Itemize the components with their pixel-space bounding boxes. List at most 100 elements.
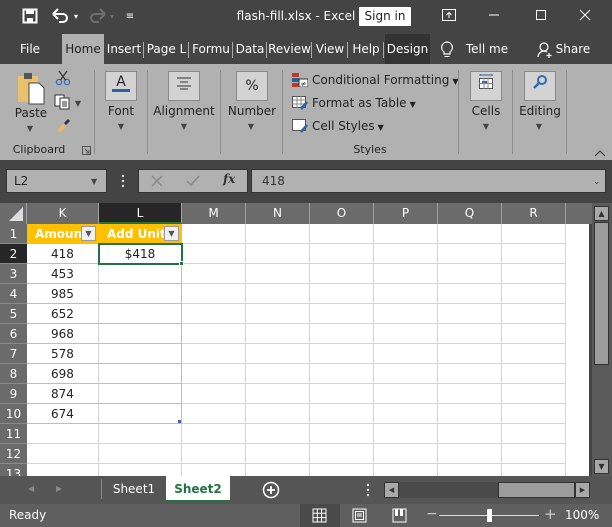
vertical-scrollbar[interactable]: ▲ ▼ [592, 203, 612, 476]
format-painter-icon[interactable] [55, 118, 71, 134]
cell-m10[interactable] [182, 404, 246, 424]
minimize-icon[interactable] [479, 6, 509, 28]
share-button[interactable]: Share [554, 34, 592, 64]
ribbon-display-icon[interactable] [434, 6, 464, 28]
cell-p7[interactable] [374, 344, 438, 364]
cell-m12[interactable] [182, 444, 246, 464]
cell-o5[interactable] [310, 304, 374, 324]
cell-q3[interactable] [438, 264, 502, 284]
cell-p10[interactable] [374, 404, 438, 424]
cells-dropdown-icon[interactable]: ▼ [480, 122, 492, 131]
column-header-k[interactable]: K [27, 203, 99, 224]
cell-n7[interactable] [246, 344, 310, 364]
customize-qat-icon[interactable]: ≡ [124, 8, 136, 26]
cell-q6[interactable] [438, 324, 502, 344]
cell-o2[interactable] [310, 244, 374, 264]
tab-review[interactable]: Review [267, 34, 312, 64]
tab-home[interactable]: Home [62, 34, 104, 64]
cell-m5[interactable] [182, 304, 246, 324]
row-header-10[interactable]: 10 [0, 404, 27, 424]
cell-n12[interactable] [246, 444, 310, 464]
cell-k2[interactable]: 418 [27, 244, 99, 264]
filter-dropdown-icon[interactable]: ▼ [164, 226, 179, 241]
cell-r10[interactable] [502, 404, 566, 424]
alignment-button[interactable]: Alignment [150, 104, 218, 118]
cell-o10[interactable] [310, 404, 374, 424]
cell-n3[interactable] [246, 264, 310, 284]
row-header-7[interactable]: 7 [0, 344, 27, 364]
cell-l10[interactable] [99, 404, 182, 424]
sheet-tab-sheet2[interactable]: Sheet2 [166, 476, 230, 502]
cell-o12[interactable] [310, 444, 374, 464]
cells-icon[interactable] [470, 71, 502, 101]
next-sheet-icon[interactable]: ▶ [56, 484, 62, 493]
cell-q7[interactable] [438, 344, 502, 364]
cell-k1[interactable]: Amoun ▼ [27, 224, 99, 244]
undo-icon[interactable] [50, 8, 72, 26]
tab-view[interactable]: View [312, 34, 348, 64]
tab-split-handle[interactable] [366, 483, 370, 497]
save-icon[interactable] [21, 8, 39, 26]
cell-o6[interactable] [310, 324, 374, 344]
cells-button[interactable]: Cells [463, 104, 509, 118]
fill-handle[interactable] [179, 261, 184, 266]
cell-k7[interactable]: 578 [27, 344, 99, 364]
sheet-tab-sheet1[interactable]: Sheet1 [102, 476, 166, 502]
cell-r1[interactable] [502, 224, 566, 244]
cell-m4[interactable] [182, 284, 246, 304]
cell-styles-button[interactable]: Cell Styles ▼ [292, 116, 384, 136]
column-header-q[interactable]: Q [438, 203, 502, 224]
font-button[interactable]: Font [96, 104, 146, 118]
expand-formula-bar-icon[interactable]: ⌄ [593, 177, 601, 187]
cell-o9[interactable] [310, 384, 374, 404]
row-header-9[interactable]: 9 [0, 384, 27, 404]
new-sheet-icon[interactable] [262, 481, 280, 499]
cell-k11[interactable] [27, 424, 99, 444]
row-header-8[interactable]: 8 [0, 364, 27, 384]
cell-p5[interactable] [374, 304, 438, 324]
prev-sheet-icon[interactable]: ◀ [28, 484, 34, 493]
alignment-icon[interactable] [168, 71, 200, 101]
cell-p6[interactable] [374, 324, 438, 344]
cell-l6[interactable] [99, 324, 182, 344]
cell-n8[interactable] [246, 364, 310, 384]
cell-p1[interactable] [374, 224, 438, 244]
cell-r13[interactable] [502, 464, 566, 476]
number-dropdown-icon[interactable]: ▼ [245, 122, 257, 131]
cell-q4[interactable] [438, 284, 502, 304]
cell-n5[interactable] [246, 304, 310, 324]
cell-q11[interactable] [438, 424, 502, 444]
paste-dropdown-icon[interactable]: ▼ [24, 124, 36, 133]
alignment-dropdown-icon[interactable]: ▼ [178, 122, 190, 131]
cell-n9[interactable] [246, 384, 310, 404]
cell-l2[interactable]: $418 [99, 244, 182, 264]
editing-dropdown-icon[interactable]: ▼ [533, 122, 545, 131]
editing-button[interactable]: Editing [515, 104, 565, 118]
copy-icon[interactable] [54, 94, 70, 110]
page-layout-view-icon[interactable] [352, 508, 368, 523]
filter-dropdown-icon[interactable]: ▼ [81, 226, 96, 241]
cell-m8[interactable] [182, 364, 246, 384]
cell-p9[interactable] [374, 384, 438, 404]
editing-search-icon[interactable] [524, 71, 556, 101]
column-header-r[interactable]: R [502, 203, 566, 224]
formula-bar-resize-handle[interactable] [121, 174, 125, 188]
horizontal-scroll-thumb[interactable] [498, 482, 575, 498]
row-header-4[interactable]: 4 [0, 284, 27, 304]
column-header-p[interactable]: P [374, 203, 438, 224]
column-header-m[interactable]: M [182, 203, 246, 224]
tab-file[interactable]: File [12, 34, 48, 64]
normal-view-button[interactable] [300, 504, 340, 527]
cell-o8[interactable] [310, 364, 374, 384]
zoom-level[interactable]: 100% [565, 508, 599, 522]
cell-m11[interactable] [182, 424, 246, 444]
row-header-2[interactable]: 2 [0, 244, 27, 264]
cell-n4[interactable] [246, 284, 310, 304]
row-header-6[interactable]: 6 [0, 324, 27, 344]
cell-k5[interactable]: 652 [27, 304, 99, 324]
paste-icon[interactable] [17, 71, 47, 107]
row-header-12[interactable]: 12 [0, 444, 27, 464]
cell-p8[interactable] [374, 364, 438, 384]
cell-p3[interactable] [374, 264, 438, 284]
row-header-5[interactable]: 5 [0, 304, 27, 324]
